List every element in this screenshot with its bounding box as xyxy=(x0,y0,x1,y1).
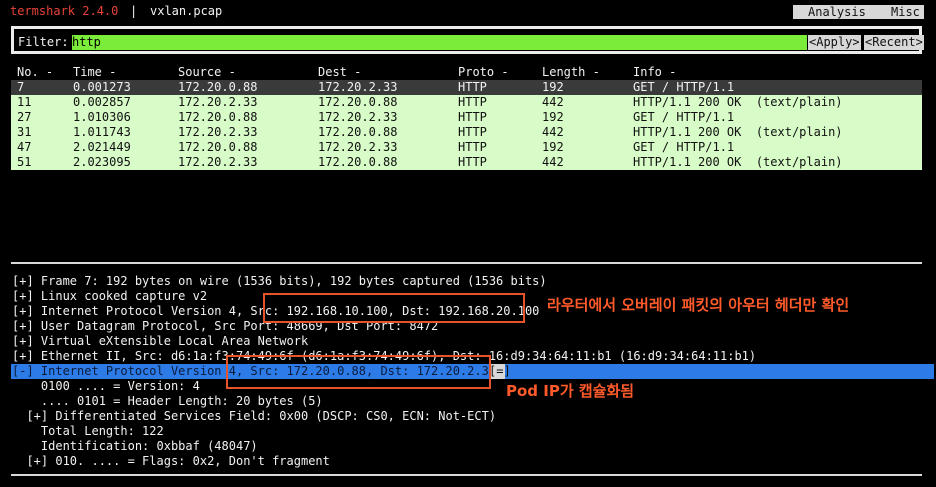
detail-line[interactable]: Identification: 0xbbaf (48047) xyxy=(12,439,258,454)
packet-time: 0.001273 xyxy=(73,80,131,94)
packet-no: 47 xyxy=(17,140,32,154)
packet-dest: 172.20.2.33 xyxy=(318,80,398,94)
packet-time: 2.023095 xyxy=(73,155,131,169)
pane-divider[interactable] xyxy=(11,262,922,264)
detail-line[interactable]: [+] 010. .... = Flags: 0x2, Don't fragme… xyxy=(12,454,329,469)
packet-info: HTTP/1.1 200 OK (text/plain) xyxy=(633,125,843,139)
packet-time: 2.021449 xyxy=(73,140,131,154)
packet-info: GET / HTTP/1.1 xyxy=(633,80,735,94)
packet-source: 172.20.0.88 xyxy=(178,110,258,124)
packet-dest: 172.20.0.88 xyxy=(318,95,398,109)
packet-info: HTTP/1.1 200 OK (text/plain) xyxy=(633,95,843,109)
packet-source: 172.20.2.33 xyxy=(178,125,258,139)
detail-line[interactable]: 0100 .... = Version: 4 xyxy=(12,379,200,394)
packet-info: GET / HTTP/1.1 xyxy=(633,110,735,124)
col-source[interactable]: Source - xyxy=(178,65,236,80)
col-info[interactable]: Info - xyxy=(633,65,676,80)
packet-proto: HTTP xyxy=(458,110,487,124)
filter-bar: Filter: <Apply> <Recent> xyxy=(11,26,924,54)
packet-no: 31 xyxy=(17,125,32,139)
scroll-marker[interactable]: [=] xyxy=(489,364,511,379)
packet-dest: 172.20.0.88 xyxy=(318,155,398,169)
file-name: vxlan.pcap xyxy=(150,4,223,18)
packet-no: 27 xyxy=(17,110,32,124)
packet-source: 172.20.2.33 xyxy=(178,155,258,169)
menu-bar: Analysis Misc xyxy=(793,5,924,19)
col-length[interactable]: Length - xyxy=(542,65,600,80)
packet-list-empty-area xyxy=(11,171,922,261)
app-title: termshark 2.4.0 xyxy=(10,4,119,18)
packet-source: 172.20.2.33 xyxy=(178,95,258,109)
menu-analysis[interactable]: Analysis xyxy=(808,5,866,19)
packet-no: 7 xyxy=(17,80,25,94)
packet-proto: HTTP xyxy=(458,80,487,94)
packet-proto: HTTP xyxy=(458,125,487,139)
inner-header-callout: Pod IP가 캡슐화됨 xyxy=(506,382,635,400)
title-bar: termshark 2.4.0 | vxlan.pcap Analysis Mi… xyxy=(0,0,936,22)
menu-misc[interactable]: Misc xyxy=(891,5,920,19)
col-proto[interactable]: Proto - xyxy=(458,65,509,80)
packet-no: 51 xyxy=(17,155,32,169)
packet-source: 172.20.0.88 xyxy=(178,140,258,154)
outer-header-callout: 라우터에서 오버레이 패킷의 아우터 헤더만 확인 xyxy=(547,296,850,314)
packet-proto: HTTP xyxy=(458,95,487,109)
packet-dest: 172.20.2.33 xyxy=(318,140,398,154)
detail-line[interactable]: Total Length: 122 xyxy=(12,424,164,439)
packet-time: 1.011743 xyxy=(73,125,131,139)
packet-length: 192 xyxy=(542,110,564,124)
packet-row[interactable]: 51 2.023095 172.20.2.33 172.20.0.88 HTTP 442 H… xyxy=(11,155,922,170)
packet-length: 442 xyxy=(542,155,564,169)
filter-label: Filter: xyxy=(18,35,69,49)
inner-header-annotation-box xyxy=(226,355,491,389)
packet-length: 442 xyxy=(542,95,564,109)
filter-input[interactable] xyxy=(72,35,807,50)
packet-time: 1.010306 xyxy=(73,110,131,124)
packet-length: 192 xyxy=(542,140,564,154)
detail-line[interactable]: [+] Virtual eXtensible Local Area Networ… xyxy=(12,334,308,349)
packet-info: HTTP/1.1 200 OK (text/plain) xyxy=(633,155,843,169)
detail-line[interactable]: [+] Linux cooked capture v2 xyxy=(12,289,207,304)
detail-line[interactable]: .... 0101 = Header Length: 20 bytes (5) xyxy=(12,394,323,409)
packet-length: 192 xyxy=(542,80,564,94)
packet-no: 11 xyxy=(17,95,32,109)
packet-row[interactable]: 31 1.011743 172.20.2.33 172.20.0.88 HTTP 442 H… xyxy=(11,125,922,140)
packet-row[interactable]: 47 2.021449 172.20.0.88 172.20.2.33 HTTP 192 G… xyxy=(11,140,922,155)
packet-dest: 172.20.0.88 xyxy=(318,125,398,139)
col-time[interactable]: Time - xyxy=(73,65,116,80)
col-no[interactable]: No. - xyxy=(17,65,53,80)
packet-row[interactable]: 11 0.002857 172.20.2.33 172.20.0.88 HTTP 442 H… xyxy=(11,95,922,110)
packet-row[interactable]: 7 0.001273 172.20.0.88 172.20.2.33 HTTP 192 GE… xyxy=(11,80,922,95)
packet-time: 0.002857 xyxy=(73,95,131,109)
bottom-divider xyxy=(11,474,922,476)
packet-row[interactable]: 27 1.010306 172.20.0.88 172.20.2.33 HTTP 192 G… xyxy=(11,110,922,125)
packet-info: GET / HTTP/1.1 xyxy=(633,140,735,154)
packet-proto: HTTP xyxy=(458,155,487,169)
apply-button[interactable]: <Apply> xyxy=(808,35,861,50)
packet-proto: HTTP xyxy=(458,140,487,154)
detail-line[interactable]: [+] Differentiated Services Field: 0x00 … xyxy=(12,409,496,424)
title-divider: | xyxy=(130,4,138,18)
packet-dest: 172.20.2.33 xyxy=(318,110,398,124)
packet-source: 172.20.0.88 xyxy=(178,80,258,94)
col-dest[interactable]: Dest - xyxy=(318,65,361,80)
packet-length: 442 xyxy=(542,125,564,139)
recent-button[interactable]: <Recent> xyxy=(864,35,924,50)
outer-header-annotation-box xyxy=(263,293,525,323)
detail-line[interactable]: [+] Frame 7: 192 bytes on wire (1536 bit… xyxy=(12,274,547,289)
